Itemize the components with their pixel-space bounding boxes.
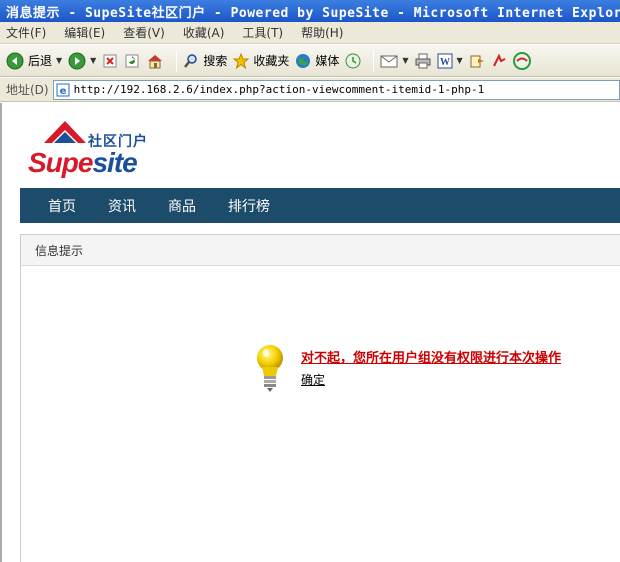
messenger-button[interactable]	[491, 49, 507, 73]
history-icon	[345, 53, 361, 68]
edit-word-button[interactable]: W ▼	[437, 49, 463, 73]
search-button[interactable]: 搜索	[183, 49, 227, 73]
menu-edit[interactable]: 编辑(E)	[64, 24, 105, 41]
nav-home[interactable]: 首页	[48, 196, 76, 216]
media-label: 媒体	[315, 54, 340, 68]
favorites-button[interactable]: 收藏夹	[233, 49, 289, 73]
window-title: 消息提示 - SupeSite社区门户 - Powered by SupeSit…	[6, 5, 620, 21]
menu-view[interactable]: 查看(V)	[123, 24, 165, 41]
history-button[interactable]	[345, 49, 361, 73]
nav-rankings[interactable]: 排行榜	[228, 196, 270, 216]
address-input[interactable]: e http://192.168.2.6/index.php?action-vi…	[52, 79, 620, 100]
star-icon	[233, 52, 250, 69]
forward-dropdown-icon[interactable]: ▼	[90, 56, 96, 65]
menu-bar: 文件(F) 编辑(E) 查看(V) 收藏(A) 工具(T) 帮助(H)	[0, 22, 620, 44]
message-box: 信息提示 对不起，您所在用户组没有权限进行本次操作 确定	[20, 234, 620, 562]
forward-arrow-icon	[68, 52, 86, 69]
svg-text:e: e	[59, 86, 66, 97]
favorites-label: 收藏夹	[253, 54, 290, 68]
mail-button[interactable]: ▼	[380, 49, 409, 73]
print-button[interactable]	[415, 49, 431, 73]
window-titlebar: e 消息提示 - SupeSite社区门户 - Powered by SupeS…	[0, 0, 620, 22]
mail-dropdown-icon[interactable]: ▼	[402, 56, 408, 65]
logo-wordmark: Supesite	[28, 147, 138, 179]
toolbar-separator	[176, 49, 178, 72]
site-navbar: 首页 资讯 商品 排行榜	[20, 188, 620, 223]
toolbar-separator	[373, 49, 375, 72]
messenger-icon	[492, 53, 506, 66]
menu-file[interactable]: 文件(F)	[6, 24, 46, 41]
refresh-icon	[125, 54, 139, 67]
back-dropdown-icon[interactable]: ▼	[56, 56, 62, 65]
menu-help[interactable]: 帮助(H)	[301, 24, 343, 41]
svg-text:W: W	[440, 57, 450, 68]
media-globe-icon	[296, 53, 311, 68]
media-button[interactable]: 媒体	[295, 49, 339, 73]
discuss-icon	[470, 55, 484, 67]
address-label: 地址(D)	[6, 83, 49, 97]
back-arrow-icon	[6, 52, 24, 69]
search-label: 搜索	[203, 54, 228, 68]
back-button[interactable]: 后退 ▼	[6, 49, 62, 73]
site-logo[interactable]: 社区门户 Supesite	[28, 117, 158, 179]
nav-products[interactable]: 商品	[168, 196, 196, 216]
edit-dropdown-icon[interactable]: ▼	[457, 56, 463, 65]
page-icon: e	[56, 83, 70, 97]
extension-globe-icon	[512, 51, 531, 70]
menu-tools[interactable]: 工具(T)	[242, 24, 283, 41]
lightbulb-icon	[257, 345, 283, 392]
browser-toolbar: 后退 ▼ ▼ 搜索 收藏夹 媒体 ▼ W ▼	[0, 45, 620, 77]
address-bar: 地址(D) e http://192.168.2.6/index.php?act…	[0, 78, 620, 102]
stop-button[interactable]	[102, 49, 118, 73]
discuss-button[interactable]	[469, 49, 485, 73]
word-icon: W	[437, 53, 453, 68]
forward-button[interactable]: ▼	[68, 49, 96, 73]
back-label: 后退	[28, 54, 53, 68]
logo-wordmark-part1: Supe	[28, 147, 93, 178]
nav-news[interactable]: 资讯	[108, 196, 136, 216]
address-url: http://192.168.2.6/index.php?action-view…	[73, 83, 485, 96]
extension-button[interactable]	[512, 49, 531, 73]
error-message: 对不起，您所在用户组没有权限进行本次操作	[301, 351, 562, 366]
logo-wordmark-part2: site	[92, 147, 137, 178]
confirm-link[interactable]: 确定	[301, 371, 325, 388]
home-button[interactable]	[146, 49, 164, 73]
printer-icon	[415, 53, 431, 68]
home-icon	[148, 54, 163, 68]
menu-favorites[interactable]: 收藏(A)	[183, 24, 225, 41]
mail-icon	[380, 55, 398, 67]
search-icon	[184, 53, 198, 68]
logo-house-icon	[44, 121, 86, 143]
page-viewport: 社区门户 Supesite 首页 资讯 商品 排行榜 信息提示 对不起，您所在用…	[0, 103, 620, 562]
refresh-button[interactable]	[124, 49, 140, 73]
stop-icon	[103, 54, 117, 67]
message-header: 信息提示	[21, 235, 620, 266]
